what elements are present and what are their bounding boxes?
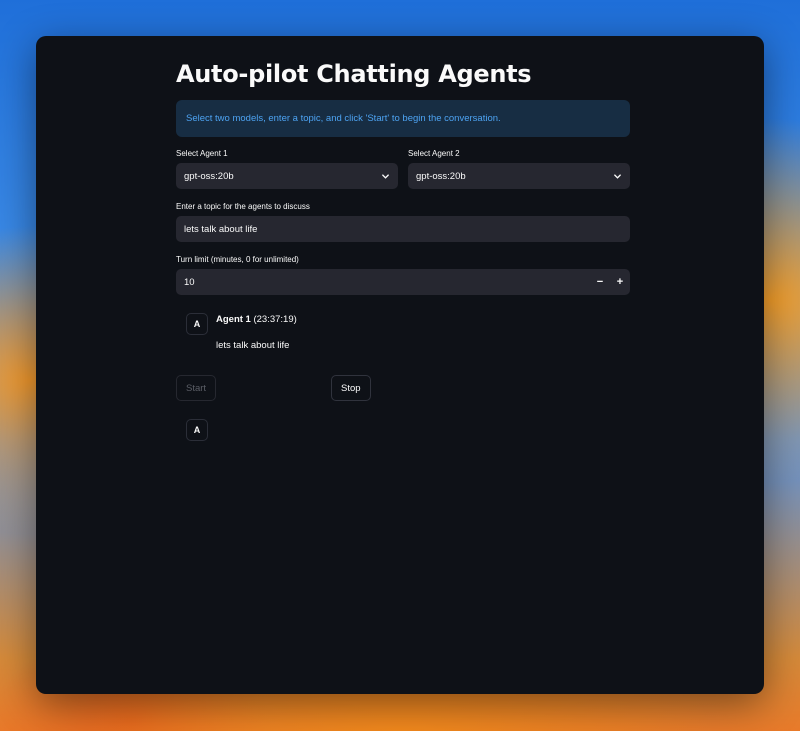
pending-message: A [176, 419, 630, 441]
topic-input[interactable]: lets talk about life [176, 216, 630, 242]
start-button[interactable]: Start [176, 375, 217, 401]
agent1-label: Select Agent 1 [176, 149, 228, 158]
page-title: Auto-pilot Chatting Agents [176, 60, 532, 88]
increment-button[interactable]: + [610, 269, 630, 295]
turn-limit-value[interactable]: 10 [176, 277, 590, 288]
message-content: Agent 1 (23:37:19) lets talk about life [216, 313, 297, 351]
agent1-group: Select Agent 1 gpt-oss:20b [176, 148, 398, 189]
turn-limit-group: Turn limit (minutes, 0 for unlimited) 10… [176, 254, 630, 295]
turn-limit-input[interactable]: 10 − + [176, 269, 630, 295]
chevron-down-icon [380, 171, 390, 181]
stop-button[interactable]: Stop [331, 375, 371, 401]
message-text: lets talk about life [216, 340, 290, 351]
agent1-value: gpt-oss:20b [184, 170, 234, 182]
message-author: Agent 1 [216, 314, 251, 325]
info-banner: Select two models, enter a topic, and cl… [176, 100, 630, 137]
topic-value: lets talk about life [184, 223, 258, 235]
message-time: (23:37:19) [253, 314, 297, 325]
app-window: Auto-pilot Chatting Agents Select two mo… [36, 36, 764, 694]
avatar: A [186, 419, 208, 441]
chevron-down-icon [612, 171, 622, 181]
agent2-value: gpt-oss:20b [416, 170, 466, 182]
chat-message: A Agent 1 (23:37:19) lets talk about lif… [176, 313, 630, 351]
control-buttons: Start Stop [176, 375, 630, 401]
topic-label: Enter a topic for the agents to discuss [176, 202, 310, 211]
agent2-label: Select Agent 2 [408, 149, 460, 158]
agent1-select[interactable]: gpt-oss:20b [176, 163, 398, 189]
avatar: A [186, 313, 208, 335]
info-text: Select two models, enter a topic, and cl… [186, 113, 501, 124]
agent2-select[interactable]: gpt-oss:20b [408, 163, 630, 189]
agent-selectors: Select Agent 1 gpt-oss:20b Select Agent … [176, 148, 630, 189]
main-content: Auto-pilot Chatting Agents Select two mo… [176, 54, 630, 441]
message-header: Agent 1 (23:37:19) [216, 313, 297, 327]
topic-group: Enter a topic for the agents to discuss … [176, 201, 630, 242]
agent2-group: Select Agent 2 gpt-oss:20b [408, 148, 630, 189]
decrement-button[interactable]: − [590, 269, 610, 295]
turn-limit-label: Turn limit (minutes, 0 for unlimited) [176, 255, 299, 264]
